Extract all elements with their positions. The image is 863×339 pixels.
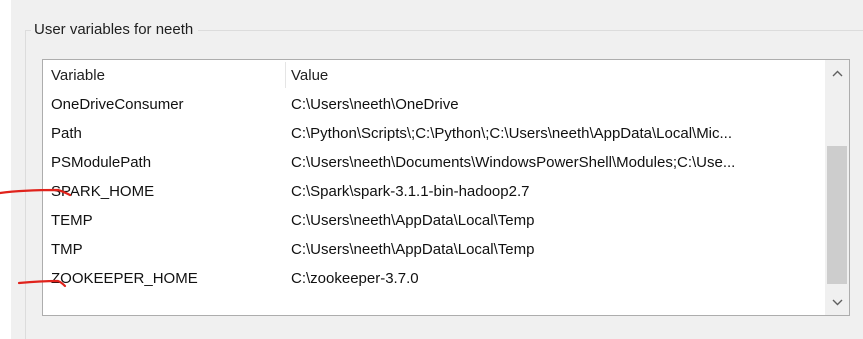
table-row[interactable]: TMP C:\Users\neeth\AppData\Local\Temp [43,236,825,265]
list-rows: OneDriveConsumer C:\Users\neeth\OneDrive… [43,91,825,294]
environment-variables-panel: User variables for neeth Variable Value … [0,0,863,339]
table-row[interactable]: TEMP C:\Users\neeth\AppData\Local\Temp [43,207,825,236]
variable-value: C:\Python\Scripts\;C:\Python\;C:\Users\n… [291,125,733,142]
variable-name: ZOOKEEPER_HOME [51,270,198,287]
table-row[interactable]: Path C:\Python\Scripts\;C:\Python\;C:\Us… [43,120,825,149]
list-header: Variable Value [43,60,825,90]
table-row[interactable]: ZOOKEEPER_HOME C:\zookeeper-3.7.0 [43,265,825,294]
left-margin [0,0,11,339]
user-variables-list[interactable]: Variable Value OneDriveConsumer C:\Users… [42,59,850,316]
variable-value: C:\Users\neeth\AppData\Local\Temp [291,212,535,229]
scroll-up-button[interactable] [825,60,849,86]
scroll-thumb[interactable] [827,146,847,284]
table-row[interactable]: PSModulePath C:\Users\neeth\Documents\Wi… [43,149,825,178]
group-title: User variables for neeth [31,20,199,40]
chevron-down-icon [832,299,842,305]
variable-name: Path [51,125,82,142]
variable-name: PSModulePath [51,154,152,171]
table-row[interactable]: OneDriveConsumer C:\Users\neeth\OneDrive [43,91,825,120]
column-divider[interactable] [285,62,286,88]
variable-name: TMP [51,241,83,258]
variable-name: TEMP [51,212,93,229]
vertical-scrollbar[interactable] [825,60,849,315]
variable-value: C:\Users\neeth\Documents\WindowsPowerShe… [291,154,736,171]
column-header-variable[interactable]: Variable [51,66,105,86]
variable-value: C:\Users\neeth\OneDrive [291,96,459,113]
column-header-value[interactable]: Value [291,66,328,86]
variable-name: OneDriveConsumer [51,96,184,113]
table-row[interactable]: SPARK_HOME C:\Spark\spark-3.1.1-bin-hado… [43,178,825,207]
scroll-down-button[interactable] [825,289,849,315]
variable-name: SPARK_HOME [51,183,155,200]
variable-value: C:\Spark\spark-3.1.1-bin-hadoop2.7 [291,183,530,200]
variable-value: C:\Users\neeth\AppData\Local\Temp [291,241,535,258]
chevron-up-icon [832,70,842,76]
variable-value: C:\zookeeper-3.7.0 [291,270,419,287]
